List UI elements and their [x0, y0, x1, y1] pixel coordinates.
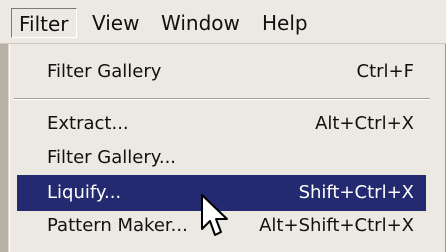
menu-bar: Filter View Window Help: [0, 0, 446, 44]
menu-item-label: Filter Gallery: [47, 61, 162, 82]
menu-item-liquify[interactable]: Liquify... Shift+Ctrl+X: [17, 175, 426, 211]
menu-item-pattern-maker[interactable]: Pattern Maker... Alt+Shift+Ctrl+X: [10, 208, 434, 244]
menu-item-label: Pattern Maker...: [47, 215, 188, 236]
menu-item-shortcut: Alt+Shift+Ctrl+X: [259, 215, 414, 236]
menu-item-filter-gallery[interactable]: Filter Gallery Ctrl+F: [10, 54, 434, 90]
menubar-item-view[interactable]: View: [92, 8, 139, 38]
menu-item-shortcut: Shift+Ctrl+X: [298, 182, 414, 203]
menubar-item-help[interactable]: Help: [262, 8, 308, 38]
menu-item-shortcut: Ctrl+F: [356, 61, 414, 82]
screenshot-frame: Filter View Window Help Filter Gallery C…: [0, 0, 446, 252]
menu-item-label: Extract...: [47, 113, 129, 134]
menubar-item-filter[interactable]: Filter: [11, 8, 77, 38]
filter-menu-dropdown: Filter Gallery Ctrl+F Extract... Alt+Ctr…: [9, 44, 446, 252]
menu-item-label: Liquify...: [47, 182, 122, 203]
menu-separator: [14, 98, 430, 100]
menu-item-shortcut: Alt+Ctrl+X: [315, 113, 414, 134]
menu-item-extract[interactable]: Extract... Alt+Ctrl+X: [10, 106, 434, 142]
menubar-item-window[interactable]: Window: [161, 8, 240, 38]
menu-item-filter-gallery-dialog[interactable]: Filter Gallery...: [10, 140, 434, 176]
menu-item-label: Filter Gallery...: [47, 147, 177, 168]
